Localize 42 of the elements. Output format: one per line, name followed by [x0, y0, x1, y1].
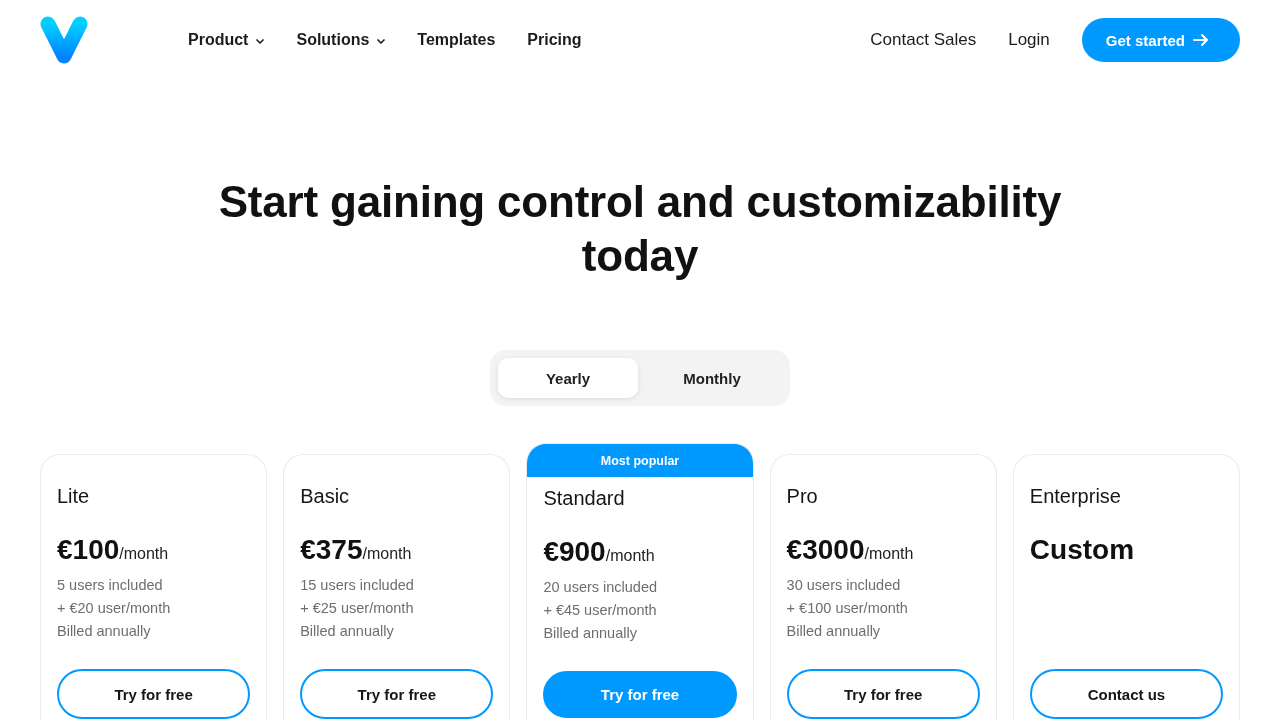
plan-detail: Billed annually [300, 622, 395, 641]
nav-link[interactable]: Solutions [296, 31, 386, 49]
price-period: /month [605, 547, 655, 566]
arrow-right-icon [1193, 34, 1209, 46]
nav-link[interactable]: Product [188, 31, 265, 49]
plan-detail: + €100 user/month [786, 599, 909, 618]
price-period: /month [119, 545, 169, 564]
plan-price: €900 [543, 536, 606, 568]
plan-price: €100 [57, 534, 120, 566]
billing-tab[interactable]: Monthly [642, 358, 782, 398]
price-period: /month [864, 545, 914, 564]
plan-detail: + €20 user/month [57, 599, 172, 618]
plan-detail: + €25 user/month [300, 599, 415, 618]
plan-name: Standard [543, 486, 626, 510]
plan-price: €375 [300, 534, 363, 566]
most-popular-banner: Most popular [527, 444, 753, 477]
plan-detail: 5 users included [57, 576, 164, 595]
plan-price: €3000 [786, 534, 865, 566]
plan-name: Lite [57, 484, 91, 508]
nav-action-link[interactable]: Contact Sales [870, 30, 977, 50]
plan-name: Basic [300, 484, 351, 508]
billing-tab[interactable]: Yearly [498, 358, 638, 398]
plan-detail: Billed annually [786, 622, 882, 641]
plan-name: Enterprise [1029, 484, 1122, 508]
plan-detail: Billed annually [57, 622, 152, 641]
plan-cta-button[interactable]: Contact us [1029, 669, 1223, 719]
plan-cta-button[interactable]: Try for free [300, 669, 494, 719]
plan-detail: 30 users included [786, 576, 902, 595]
plan-cta-button[interactable]: Try for free [786, 669, 980, 719]
nav-action-link[interactable]: Login [1008, 30, 1050, 50]
page-headline: Start gaining control and customizability today [217, 176, 1063, 282]
nav-link[interactable]: Templates [417, 31, 496, 49]
plan-name: Pro [786, 484, 819, 508]
v-logo-icon[interactable] [40, 16, 88, 64]
price-period: /month [362, 545, 412, 564]
nav-link[interactable]: Pricing [527, 31, 582, 49]
plan-price: Custom [1029, 534, 1135, 566]
plan-detail: 15 users included [300, 576, 415, 595]
plan-detail: 20 users included [543, 578, 659, 597]
plan-cta-button[interactable]: Try for free [57, 669, 251, 719]
plan-detail: Billed annually [543, 624, 638, 643]
plan-detail: + €45 user/month [543, 601, 658, 620]
